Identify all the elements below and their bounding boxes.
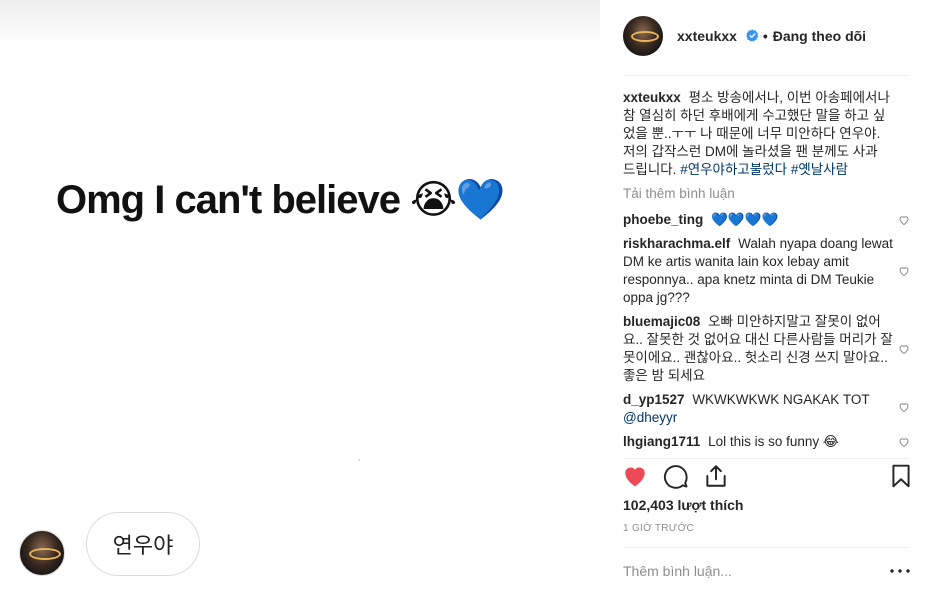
comment-text: 💙💙💙💙 <box>711 212 779 227</box>
heart-outline-icon[interactable] <box>898 214 910 226</box>
post-actions <box>622 463 912 491</box>
heart-outline-icon[interactable] <box>898 265 910 277</box>
header-separator: • <box>762 28 768 44</box>
header-divider <box>623 75 910 76</box>
load-more-comments-button[interactable]: Tải thêm bình luận <box>623 185 893 203</box>
caption-hashtags[interactable]: #연우야하고불렀다 #옛날사람 <box>680 162 848 177</box>
share-icon[interactable] <box>703 463 729 489</box>
avatar[interactable] <box>623 16 663 56</box>
comment-mention[interactable]: @dheyyr <box>623 409 893 427</box>
comments-list: xxteukxx 평소 방송에서나, 이번 아송페에서나 참 열심히 하던 후배… <box>623 89 909 457</box>
heart-outline-icon[interactable] <box>898 436 910 448</box>
media-dot <box>358 459 360 461</box>
post-timestamp[interactable]: 1 GIỜ TRƯỚC <box>623 523 694 534</box>
comment: lhgiang1711 Lol this is so funny 😂 <box>623 433 909 451</box>
add-comment-input[interactable]: Thêm bình luận... <box>623 563 732 579</box>
post-media[interactable]: Omg I can't believe 😭💙 연우야 <box>0 0 600 594</box>
chat-bubble: 연우야 <box>86 512 200 576</box>
media-headline-text: Omg I can't believe <box>56 178 411 222</box>
comment: phoebe_ting 💙💙💙💙 <box>623 211 909 229</box>
heart-filled-icon[interactable] <box>622 463 648 489</box>
verified-badge-icon <box>746 29 759 42</box>
comment-username[interactable]: riskharachma.elf <box>623 236 730 251</box>
media-headline-emoji: 😭💙 <box>410 177 506 223</box>
comment-username[interactable]: d_yp1527 <box>623 392 685 407</box>
comment: riskharachma.elf Walah nyapa doang lewat… <box>623 235 909 307</box>
follow-status-button[interactable]: Đang theo dõi <box>773 28 866 44</box>
more-dots-icon[interactable] <box>890 569 910 573</box>
comment-text: Lol this is so funny 😂 <box>708 434 839 449</box>
comment-username[interactable]: lhgiang1711 <box>623 434 700 449</box>
bookmark-icon[interactable] <box>888 463 914 489</box>
actions-divider <box>623 458 910 459</box>
chat-avatar <box>19 530 65 576</box>
likes-count[interactable]: 102,403 lượt thích <box>623 497 743 513</box>
post-panel: xxteukxx • Đang theo dõi xxteukxx 평소 방송에… <box>600 0 931 594</box>
comment-username[interactable]: phoebe_ting <box>623 212 703 227</box>
comment: bluemajic08 오빠 미안하지말고 잘못이 없어요.. 잘못한 것 없어… <box>623 313 909 385</box>
header-username[interactable]: xxteukxx <box>677 28 759 44</box>
comment-box-divider <box>623 547 910 548</box>
caption-username[interactable]: xxteukxx <box>623 90 681 105</box>
comment-username[interactable]: bluemajic08 <box>623 314 700 329</box>
post-header: xxteukxx • Đang theo dõi <box>623 16 866 56</box>
media-headline: Omg I can't believe 😭💙 <box>56 176 506 223</box>
comment: d_yp1527 WKWKWKWK NGAKAK TOT @dheyyr <box>623 391 909 427</box>
comment-text: WKWKWKWK NGAKAK TOT <box>692 392 870 407</box>
post-caption: xxteukxx 평소 방송에서나, 이번 아송페에서나 참 열심히 하던 후배… <box>623 89 893 179</box>
heart-outline-icon[interactable] <box>898 343 910 355</box>
comment-bubble-icon[interactable] <box>663 463 689 489</box>
media-top-fade <box>0 0 600 44</box>
heart-outline-icon[interactable] <box>898 401 910 413</box>
